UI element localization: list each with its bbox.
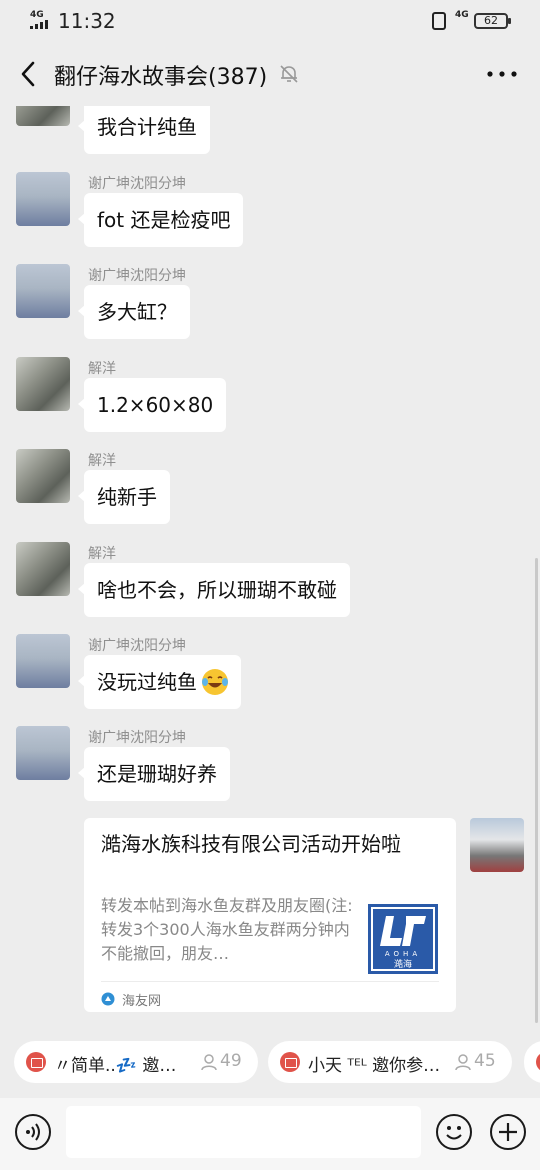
avatar[interactable] [16, 726, 70, 780]
sender-name: 谢广坤沈阳分坤 [88, 176, 186, 192]
activity-strip[interactable]: 〃简单..💤 邀… 49 小天 ᵀᴱᴸ 邀你参… 45 [0, 1028, 540, 1098]
link-card-source: 海友网 [122, 994, 162, 1009]
back-button[interactable] [14, 56, 46, 92]
avatar[interactable] [16, 106, 70, 126]
input-bar [0, 1098, 540, 1170]
self-avatar[interactable] [470, 818, 524, 872]
more-options-button[interactable] [484, 64, 520, 84]
message-bubble[interactable]: 我合计纯鱼 [78, 106, 210, 154]
message-text: 没玩过纯鱼 [97, 670, 197, 694]
more-functions-button[interactable] [490, 1114, 526, 1150]
more-dots-icon [487, 71, 517, 77]
chevron-left-icon [21, 61, 35, 87]
gift-icon [26, 1052, 46, 1072]
link-card-description: 转发本帖到海水鱼友群及朋友圈(注:转发3个300人海水鱼友群两分钟内不能撤回，朋… [101, 896, 353, 963]
link-card[interactable]: 澔海水族科技有限公司活动开始啦 转发本帖到海水鱼友群及朋友圈(注:转发3个300… [84, 818, 456, 1012]
battery-icon: 62 [474, 13, 511, 29]
gift-icon [536, 1052, 540, 1072]
sender-name: 谢广坤沈阳分坤 [88, 268, 186, 284]
aoha-logo-icon: AOHA 澔海 [371, 907, 435, 971]
activity-chip-label: 〃简单..💤 邀… [54, 1056, 177, 1076]
divider [101, 981, 439, 982]
scrollbar[interactable] [535, 558, 538, 1023]
person-icon [455, 1054, 471, 1071]
chat-message-list[interactable]: 我合计纯鱼 谢广坤沈阳分坤 fot 还是检疫吧 谢广坤沈阳分坤 多大缸？ 解洋 … [0, 106, 540, 1028]
clock: 11:32 [58, 9, 116, 33]
activity-chip[interactable]: 〃简单..💤 邀… 49 [14, 1041, 258, 1083]
chat-title: 翻仔海水故事会(387) [54, 65, 268, 90]
message-bubble[interactable]: 1.2×60×80 [77, 378, 227, 432]
message-bubble[interactable]: 还是珊瑚好养 [78, 747, 230, 801]
voice-input-button[interactable] [15, 1114, 51, 1150]
status-bar: 4G 11:32 4G 62 [0, 0, 540, 42]
message-bubble[interactable]: 没玩过纯鱼 [78, 655, 241, 709]
message-bubble[interactable]: 啥也不会，所以珊瑚不敢碰 [78, 563, 350, 617]
chat-header: 翻仔海水故事会(387) [0, 42, 540, 106]
voice-icon [26, 1123, 40, 1141]
avatar[interactable] [16, 264, 70, 318]
signal-icon [30, 20, 48, 29]
activity-chip-count: 45 [474, 1051, 496, 1071]
thumb-brand-cn-text: 澔海 [394, 958, 412, 970]
activity-chip[interactable]: 小天 ᵀᴱᴸ 邀你参… 45 [268, 1041, 512, 1083]
emoji-button[interactable] [436, 1114, 472, 1150]
person-icon [201, 1054, 217, 1071]
message-bubble[interactable]: 纯新手 [78, 470, 170, 524]
message-bubble[interactable]: fot 还是检疫吧 [77, 193, 244, 247]
message-input[interactable] [66, 1106, 421, 1158]
smiley-icon [446, 1126, 462, 1140]
activity-chip-count: 49 [220, 1051, 242, 1071]
gift-icon [280, 1052, 300, 1072]
sender-name: 谢广坤沈阳分坤 [88, 730, 186, 746]
network-type-left: 4G [30, 10, 44, 20]
link-card-thumbnail: AOHA 澔海 [368, 904, 438, 974]
avatar[interactable] [16, 449, 70, 503]
plus-icon [499, 1123, 517, 1141]
activity-chip[interactable] [524, 1041, 540, 1083]
sender-name: 解洋 [88, 546, 116, 562]
sender-name: 解洋 [88, 361, 116, 377]
avatar[interactable] [16, 172, 70, 226]
mute-bell-icon [280, 65, 298, 83]
sender-name: 解洋 [88, 453, 116, 469]
activity-chip-label: 小天 ᵀᴱᴸ 邀你参… [308, 1056, 441, 1076]
avatar[interactable] [16, 542, 70, 596]
vibrate-icon [432, 12, 446, 30]
avatar[interactable] [16, 357, 70, 411]
link-card-title: 澔海水族科技有限公司活动开始啦 [101, 832, 401, 856]
source-logo-icon [101, 992, 115, 1006]
sender-name: 谢广坤沈阳分坤 [88, 638, 186, 654]
laugh-cry-emoji-icon [202, 669, 228, 695]
thumb-brand-text: AOHA [385, 950, 421, 958]
avatar[interactable] [16, 634, 70, 688]
message-bubble[interactable]: 多大缸？ [78, 285, 190, 339]
network-type-right: 4G [455, 10, 469, 20]
